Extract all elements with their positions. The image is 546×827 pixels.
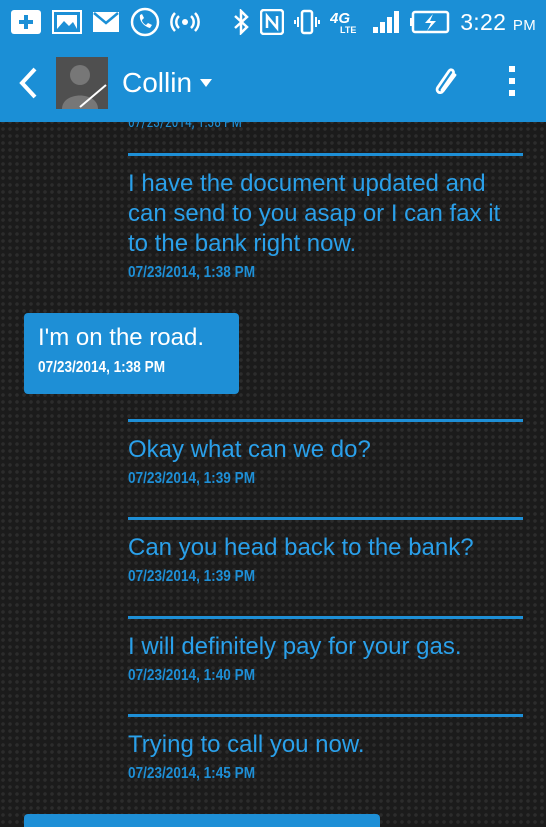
paperclip-icon — [435, 67, 457, 94]
sent-message[interactable]: Can you head back to the bank? 07/23/201… — [128, 517, 523, 586]
received-message[interactable]: I'm on the road. 07/23/2014, 1:38 PM — [24, 313, 239, 394]
svg-text:LTE: LTE — [340, 25, 356, 35]
battery-charging-icon — [410, 10, 450, 34]
message-timestamp: 07/23/2014, 1:40 PM — [128, 667, 256, 684]
bluetooth-icon — [232, 9, 250, 35]
message-timestamp: 07/23/2014, 1:39 PM — [128, 568, 256, 585]
message-timestamp: 07/23/2014, 1:38 PM — [128, 264, 256, 281]
message-text: I have the document updated and can send… — [128, 170, 501, 257]
dropdown-arrow-icon — [200, 79, 213, 87]
message-text: Okay what can we do? — [128, 436, 371, 463]
message-text: Can you head back to the bank? — [128, 534, 474, 561]
message-timestamp: 07/23/2014, 1:38 PM — [128, 122, 242, 131]
message-timestamp: 07/23/2014, 1:39 PM — [128, 470, 256, 487]
notification-icons — [10, 7, 200, 37]
message-timestamp: 07/23/2014, 1:45 PM — [128, 765, 256, 782]
default-avatar-icon — [56, 57, 108, 109]
sent-message[interactable]: I have the document updated and can send… — [128, 153, 523, 282]
message-timestamp: 07/23/2014, 1:38 PM — [38, 359, 166, 376]
network-type-icon: 4G LTE — [330, 9, 362, 35]
attach-button[interactable] — [434, 64, 460, 103]
contact-name: Collin — [122, 67, 193, 98]
signal-icon — [372, 10, 400, 34]
plus-icon — [10, 9, 42, 35]
system-icons: 4G LTE 3:22 PM — [232, 9, 536, 36]
received-message[interactable] — [24, 814, 380, 827]
message-text: I'm on the road. — [38, 324, 205, 351]
contact-avatar[interactable] — [56, 57, 108, 109]
message-text: I will definitely pay for your gas. — [128, 633, 462, 660]
contact-name-dropdown[interactable]: Collin — [122, 67, 213, 99]
conversation-header: Collin — [0, 44, 546, 122]
wireless-broadcast-icon — [170, 11, 200, 33]
back-button[interactable] — [12, 61, 44, 105]
vibrate-icon — [294, 9, 321, 35]
message-list[interactable]: 07/23/2014, 1:38 PM I have the document … — [0, 122, 546, 827]
phone-call-icon — [130, 7, 160, 37]
back-arrow-icon — [19, 67, 37, 99]
status-bar: 4G LTE 3:22 PM — [0, 0, 546, 44]
message-text: Trying to call you now. — [128, 731, 365, 758]
sent-message[interactable]: Trying to call you now. 07/23/2014, 1:45… — [128, 714, 523, 783]
sent-message[interactable]: Okay what can we do? 07/23/2014, 1:39 PM — [128, 419, 523, 488]
sent-message[interactable]: I will definitely pay for your gas. 07/2… — [128, 616, 523, 685]
nfc-icon — [260, 9, 285, 35]
mail-icon — [92, 11, 120, 33]
clock: 3:22 PM — [460, 8, 536, 35]
more-options-button[interactable] — [508, 65, 516, 102]
image-icon — [52, 10, 82, 34]
overflow-menu-icon — [509, 65, 515, 96]
